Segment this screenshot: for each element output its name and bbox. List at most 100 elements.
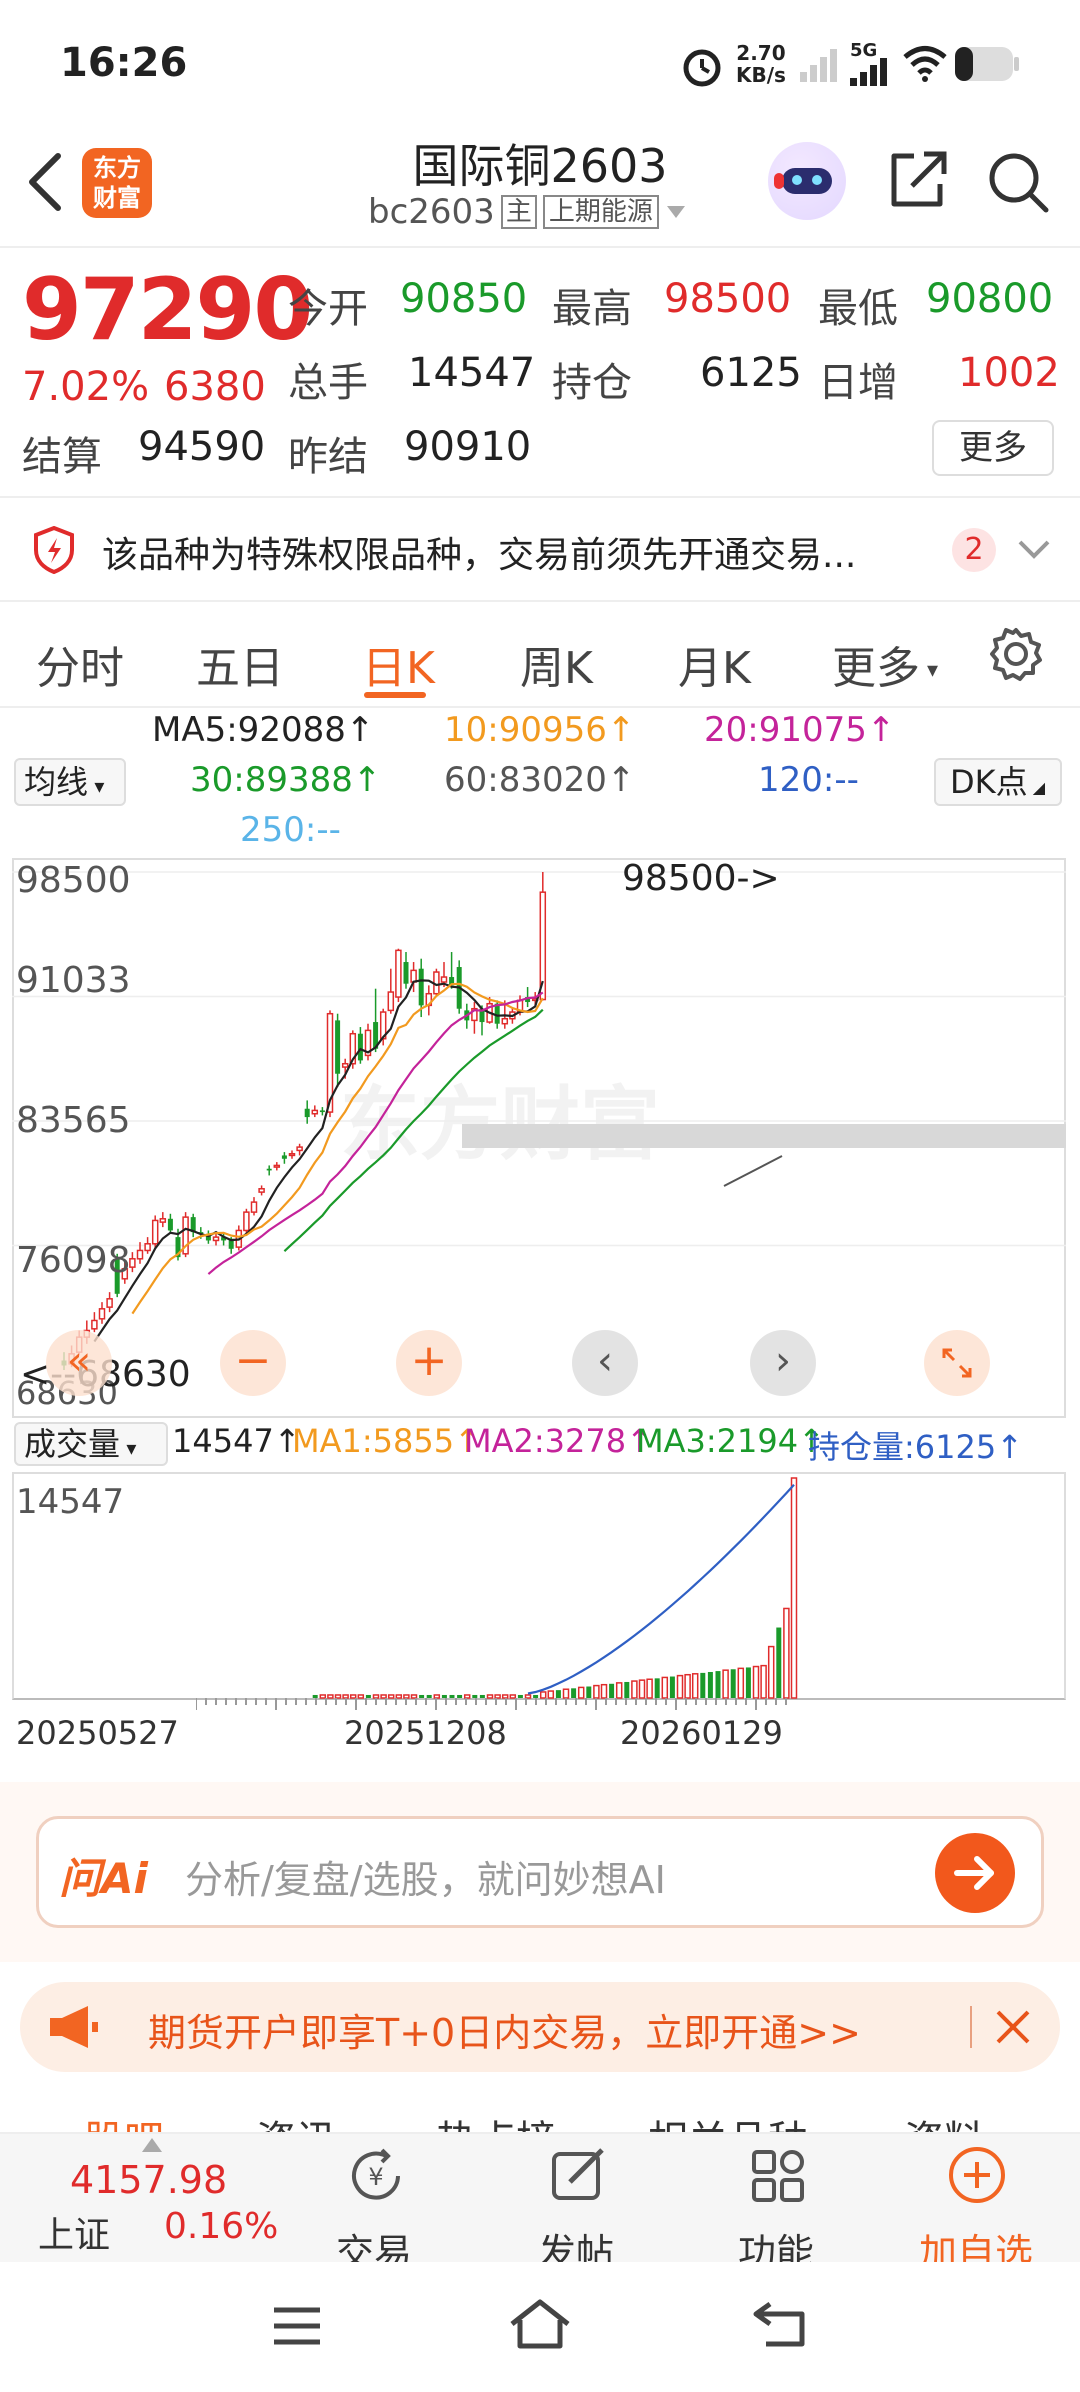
candle-body (250, 1201, 258, 1213)
change-percent: 7.02% (22, 364, 150, 410)
shield-alert-icon (34, 526, 74, 574)
yen-circle-icon: ¥ (352, 2148, 400, 2200)
search-icon[interactable] (984, 148, 1052, 216)
open-interest-label: 持仓 (552, 360, 632, 406)
ai-search-box[interactable]: 问Ai 分析/复盘/选股，就问妙想AI (36, 1816, 1044, 1928)
volume-bar (562, 1688, 570, 1699)
date-label: 20251208 (344, 1714, 507, 1752)
zoom-out-button[interactable]: − (220, 1330, 286, 1396)
volume-chart[interactable] (12, 1472, 1066, 1700)
zoom-in-button[interactable]: + (396, 1330, 462, 1396)
volume-indicator-dropdown[interactable]: 成交量 ▾ (14, 1422, 168, 1466)
candle-body (91, 1319, 98, 1330)
back-nav-icon[interactable] (752, 2300, 808, 2348)
megaphone-icon (50, 2006, 98, 2048)
daily-increase-label: 日增 (818, 360, 898, 406)
scroll-left-button[interactable]: ‹ (572, 1330, 638, 1396)
system-navigation-bar (0, 2262, 1080, 2392)
caret-down-icon: ▾ (88, 774, 105, 798)
notice-bar[interactable]: 该品种为特殊权限品种，交易前须先开通交易... 2 (0, 498, 1080, 602)
chevron-down-icon (666, 206, 685, 218)
more-button[interactable]: 更多 (932, 420, 1054, 476)
scroll-right-button[interactable]: › (750, 1330, 816, 1396)
price-axis-label: 91033 (16, 960, 131, 1001)
contract-info[interactable]: bc2603 主 上期能源 (368, 192, 687, 232)
promo-banner[interactable]: 期货开户即享T+0日内交易，立即开通>> (20, 1982, 1060, 2072)
subtab-guba[interactable]: 股吧 (84, 2108, 164, 2132)
plus-circle-icon (949, 2147, 1005, 2203)
chevron-down-icon[interactable] (1016, 536, 1052, 564)
tab-intraday[interactable]: 分时 (36, 632, 124, 696)
volume-bar (631, 1680, 638, 1699)
trade-button[interactable]: ¥ 交易 (314, 2134, 434, 2275)
volume-value: 14547↑ (172, 1422, 301, 1460)
tab-daily-k[interactable]: 日K (362, 632, 435, 696)
menu-icon[interactable] (272, 2306, 322, 2346)
home-icon[interactable] (508, 2298, 572, 2350)
index-name: 上证 (38, 2215, 111, 2256)
volume-label: 总手 (288, 360, 368, 406)
notice-text: 该品种为特殊权限品种，交易前须先开通交易... (102, 535, 857, 576)
volume-bar (737, 1667, 745, 1699)
candlestick-chart[interactable] (12, 858, 1066, 1418)
trend-line (723, 1155, 783, 1187)
net-speed: 2.70 KB/s (736, 41, 786, 87)
page-title: 国际铜2603 (412, 139, 668, 193)
date-label: 20260129 (620, 1714, 783, 1752)
volume-bar (684, 1673, 691, 1699)
contract-code: bc2603 (368, 192, 495, 232)
subtab-info[interactable]: 资料 (904, 2108, 984, 2132)
vol-ma1: MA1:5855↑ (292, 1422, 481, 1460)
share-icon[interactable] (884, 148, 950, 214)
volume-bar (691, 1673, 699, 1699)
signal-weak-icon (800, 49, 837, 82)
ma-dropdown[interactable]: 均线 ▾ (14, 758, 126, 806)
wifi-icon (903, 46, 947, 82)
fast-backward-button[interactable]: « (46, 1330, 112, 1396)
open-label: 今开 (288, 286, 368, 332)
function-button[interactable]: 功能 (716, 2134, 836, 2275)
candle-body (144, 1243, 151, 1252)
ai-submit-button[interactable] (935, 1833, 1015, 1913)
battery-icon (955, 47, 1019, 81)
sub-tabs-peek: 股吧 资讯 热点榜 相关品种 资料 (0, 2104, 1080, 2132)
add-favorite-button[interactable]: 加自选 (916, 2134, 1036, 2275)
candle-body (341, 1062, 349, 1068)
gear-icon[interactable] (988, 626, 1044, 682)
subtab-news[interactable]: 资讯 (256, 2108, 336, 2132)
corner-arrow-icon: ◢ (1027, 778, 1046, 797)
app-logo: 东方 财富 (82, 148, 152, 218)
high-label: 最高 (552, 286, 632, 332)
tab-five-day[interactable]: 五日 (196, 632, 284, 696)
volume-bar (669, 1676, 675, 1698)
volume-value: 14547 (408, 350, 536, 396)
post-button[interactable]: 发帖 (516, 2134, 636, 2275)
tab-monthly-k[interactable]: 月K (678, 632, 751, 696)
close-icon[interactable] (994, 2008, 1032, 2046)
index-ticker[interactable]: 4157.98 上证 0.16% (0, 2134, 300, 2264)
subtab-related[interactable]: 相关品种 (648, 2108, 808, 2132)
ma5-line (93, 979, 544, 1343)
daily-increase-value: 1002 (958, 350, 1060, 396)
price-axis-label: 76098 (16, 1240, 131, 1281)
fullscreen-button[interactable] (924, 1330, 990, 1396)
candle-body (357, 1033, 363, 1061)
volume-bar (577, 1686, 585, 1699)
volume-bar (752, 1665, 760, 1699)
back-icon[interactable] (20, 150, 70, 214)
quote-panel: 97290 7.02% 6380 今开 90850 最高 98500 最低 90… (0, 250, 1080, 498)
chevron-right-icon: › (775, 1338, 791, 1384)
candle-body (151, 1219, 159, 1245)
volume-bar (593, 1684, 600, 1699)
volume-bar (571, 1688, 577, 1698)
index-value: 4157.98 (70, 2158, 228, 2202)
volume-bar (609, 1683, 615, 1698)
tab-weekly-k[interactable]: 周K (520, 632, 593, 696)
volume-bar (776, 1627, 782, 1698)
subtab-hot[interactable]: 热点榜 (436, 2108, 556, 2132)
volume-bar (646, 1678, 653, 1699)
date-axis-ticks (196, 1698, 787, 1710)
ai-assistant-avatar[interactable] (768, 142, 846, 220)
dk-points-button[interactable]: DK点 ◢ (934, 758, 1062, 806)
tab-more[interactable]: 更多 ▾ (832, 632, 938, 696)
